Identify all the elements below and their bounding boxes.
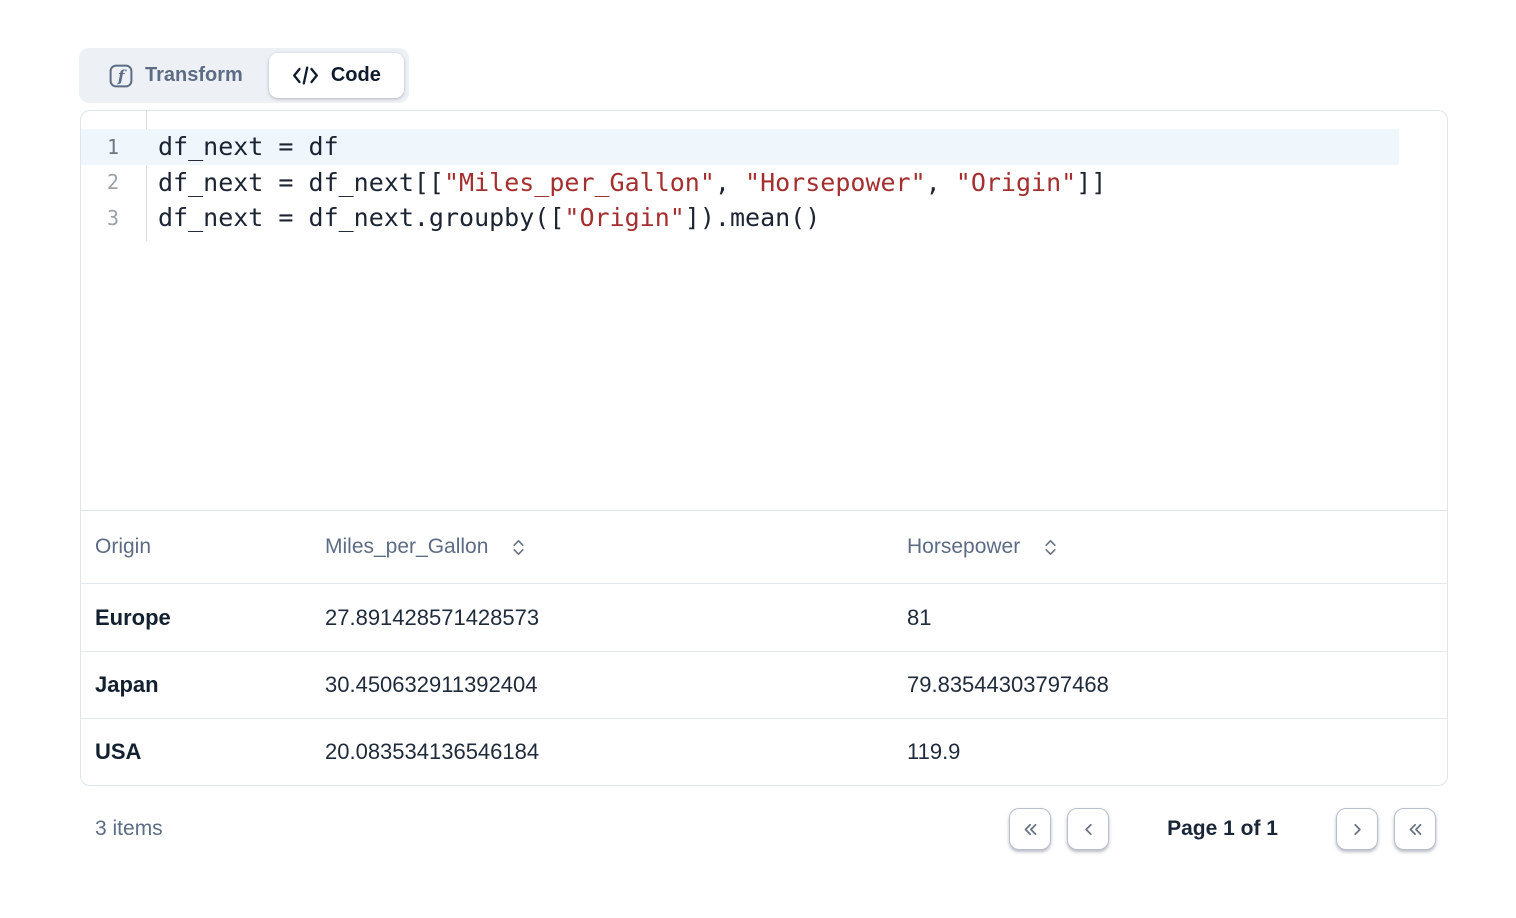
last-page-button[interactable] — [1394, 808, 1436, 850]
view-mode-tabs: f Transform Code — [79, 48, 409, 103]
code-editor[interactable]: 1 df_next = df 2 df_next = df_next[["Mil… — [81, 111, 1447, 511]
line-number: 3 — [81, 206, 119, 230]
sort-icon — [512, 538, 525, 557]
tab-code-label: Code — [331, 64, 381, 87]
first-page-button[interactable] — [1009, 808, 1051, 850]
column-header-origin: Origin — [81, 535, 325, 559]
tab-code[interactable]: Code — [269, 53, 404, 98]
code-line-content: df_next = df_next.groupby(["Origin"]).me… — [119, 203, 820, 232]
pagination: Page 1 of 1 — [1009, 808, 1448, 850]
page-indicator: Page 1 of 1 — [1167, 817, 1278, 841]
miles-per-gallon-cell: 20.083534136546184 — [325, 739, 907, 765]
items-count: 3 items — [80, 817, 163, 841]
origin-cell: Japan — [81, 672, 325, 698]
double-chevron-right-icon — [1407, 821, 1424, 838]
sort-icon — [1044, 538, 1057, 557]
tab-transform[interactable]: f Transform — [84, 53, 269, 98]
horsepower-cell: 79.83544303797468 — [907, 672, 1447, 698]
transform-code-view: f Transform Code 1 df_next = df — [0, 0, 1516, 918]
result-table-header: Origin Miles_per_Gallon Horsepower — [81, 511, 1447, 584]
previous-page-button[interactable] — [1067, 808, 1109, 850]
table-row: Japan 30.450632911392404 79.835443037974… — [81, 651, 1447, 718]
miles-per-gallon-cell: 27.891428571428573 — [325, 605, 907, 631]
miles-per-gallon-cell: 30.450632911392404 — [325, 672, 907, 698]
column-header-miles-per-gallon: Miles_per_Gallon — [325, 535, 907, 559]
line-number: 1 — [81, 135, 119, 159]
sort-horsepower-button[interactable] — [1044, 538, 1057, 557]
double-chevron-left-icon — [1022, 821, 1039, 838]
line-number: 2 — [81, 170, 119, 194]
code-line[interactable]: 2 df_next = df_next[["Miles_per_Gallon",… — [81, 165, 1447, 201]
table-row: USA 20.083534136546184 119.9 — [81, 718, 1447, 785]
origin-cell: Europe — [81, 605, 325, 631]
code-line[interactable]: 3 df_next = df_next.groupby(["Origin"]).… — [81, 200, 1447, 236]
function-icon: f — [109, 64, 133, 88]
code-line-content: df_next = df — [119, 132, 339, 161]
code-line-content: df_next = df_next[["Miles_per_Gallon", "… — [119, 168, 1106, 197]
code-icon — [292, 65, 319, 86]
svg-text:f: f — [117, 66, 127, 85]
table-row: Europe 27.891428571428573 81 — [81, 584, 1447, 651]
chevron-left-icon — [1080, 821, 1097, 838]
next-page-button[interactable] — [1336, 808, 1378, 850]
code-line[interactable]: 1 df_next = df — [81, 129, 1447, 165]
column-header-horsepower: Horsepower — [907, 535, 1447, 559]
table-footer: 3 items Page 1 of 1 — [80, 787, 1448, 871]
chevron-right-icon — [1349, 821, 1366, 838]
horsepower-cell: 81 — [907, 605, 1447, 631]
origin-cell: USA — [81, 739, 325, 765]
code-and-results-panel: 1 df_next = df 2 df_next = df_next[["Mil… — [80, 110, 1448, 786]
horsepower-cell: 119.9 — [907, 739, 1447, 765]
tab-transform-label: Transform — [145, 64, 243, 87]
sort-miles-per-gallon-button[interactable] — [512, 538, 525, 557]
